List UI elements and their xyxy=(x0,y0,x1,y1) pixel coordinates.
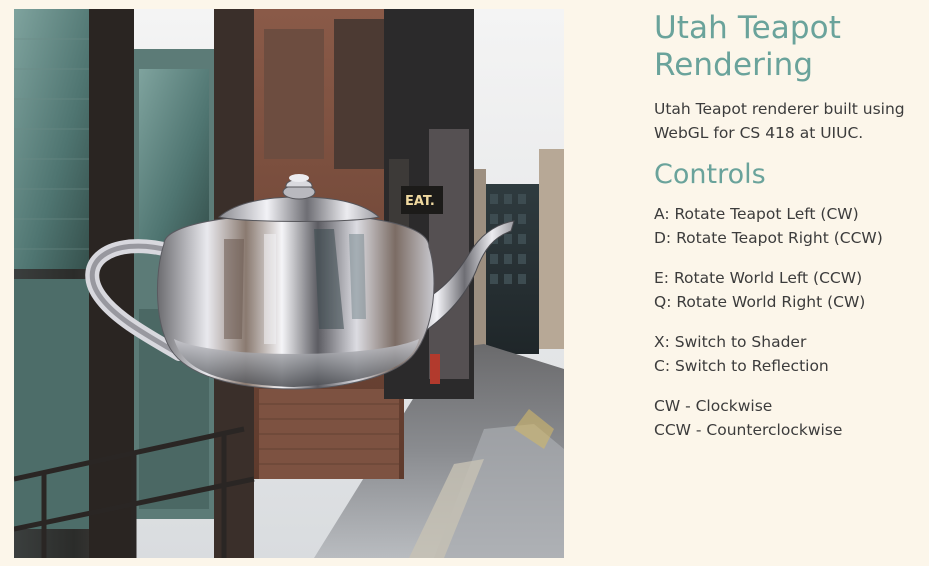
teapot-scene: EAT. xyxy=(14,9,564,558)
legend-cw: CW - Clockwise xyxy=(654,397,773,415)
page-title: Utah Teapot Rendering xyxy=(654,10,841,83)
controls-group-world: E: Rotate World Left (CCW) Q: Rotate Wor… xyxy=(654,266,922,314)
controls-heading: Controls xyxy=(654,159,766,190)
description: Utah Teapot renderer built using WebGL f… xyxy=(654,100,905,142)
page: EAT. Utah Teapot Rendering Utah Teapot r… xyxy=(0,0,929,566)
controls-group-teapot: A: Rotate Teapot Left (CW) D: Rotate Tea… xyxy=(654,202,922,250)
control-rotate-teapot-left: A: Rotate Teapot Left (CW) xyxy=(654,205,859,223)
webgl-canvas[interactable]: EAT. xyxy=(14,9,564,558)
control-rotate-world-right: Q: Rotate World Right (CW) xyxy=(654,293,866,311)
legend-ccw: CCW - Counterclockwise xyxy=(654,421,843,439)
controls-group-legend: CW - Clockwise CCW - Counterclockwise xyxy=(654,394,922,442)
control-switch-reflection: C: Switch to Reflection xyxy=(654,357,829,375)
info-panel: Utah Teapot Rendering Utah Teapot render… xyxy=(654,10,922,442)
control-switch-shader: X: Switch to Shader xyxy=(654,333,807,351)
control-rotate-teapot-right: D: Rotate Teapot Right (CCW) xyxy=(654,229,883,247)
shop-sign-text: EAT. xyxy=(405,194,435,209)
controls-group-mode: X: Switch to Shader C: Switch to Reflect… xyxy=(654,330,922,378)
control-rotate-world-left: E: Rotate World Left (CCW) xyxy=(654,269,863,287)
